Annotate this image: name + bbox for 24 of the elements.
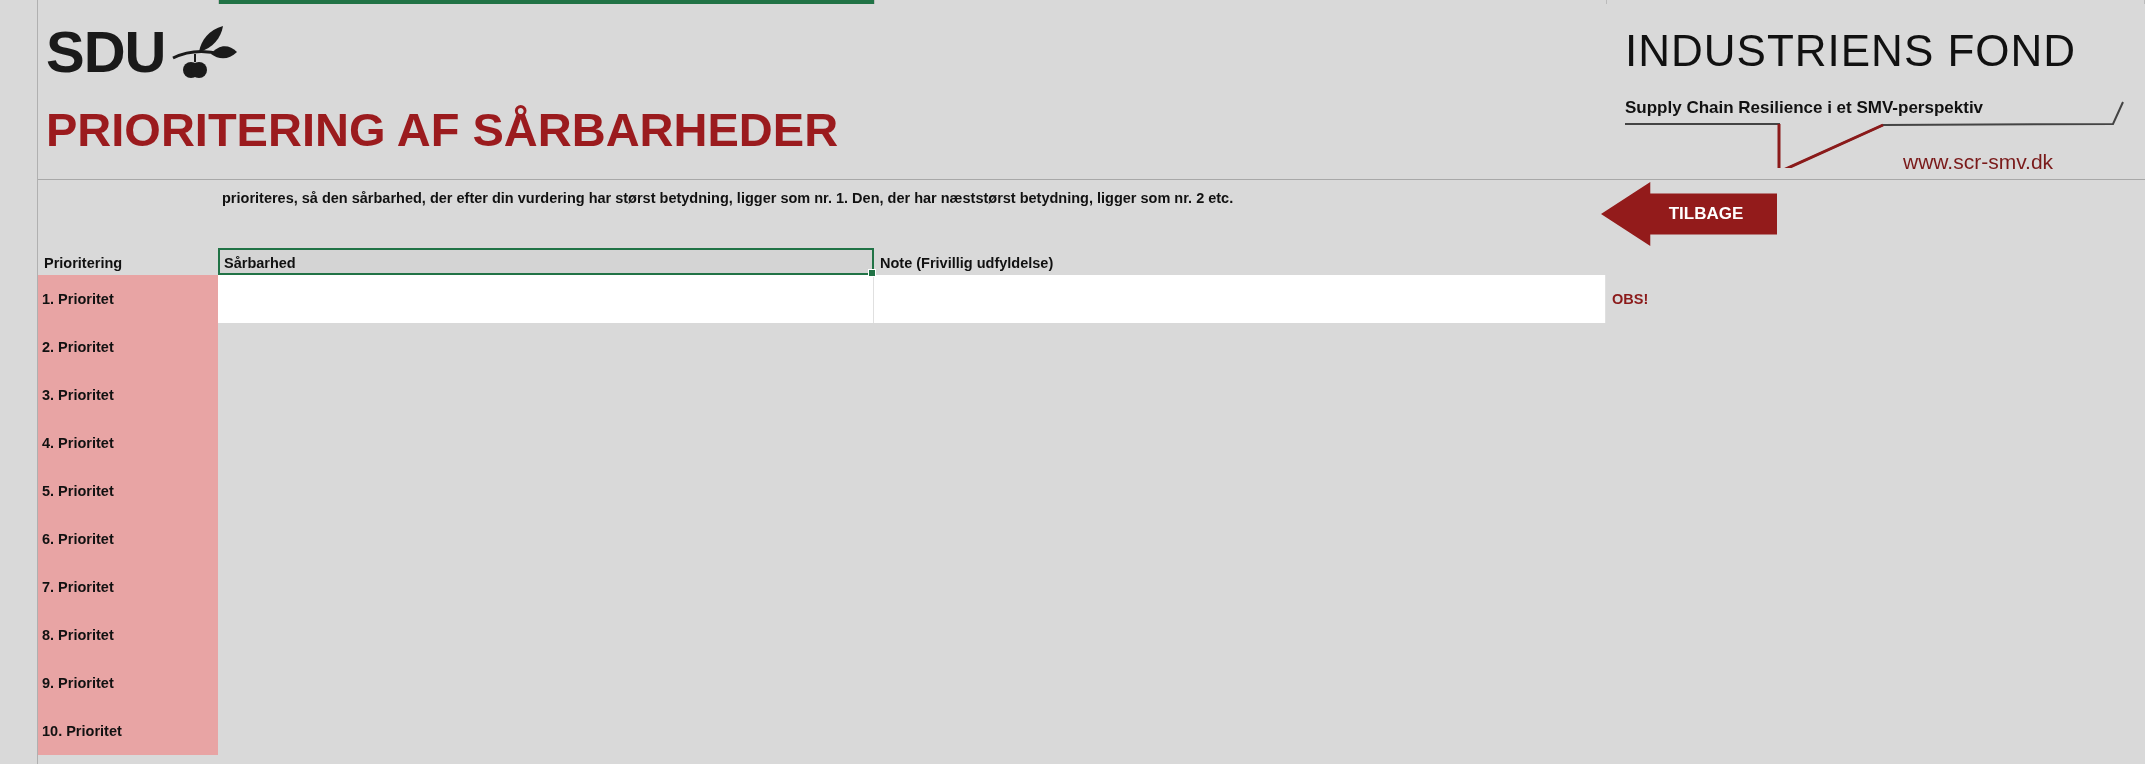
selected-header-cell[interactable]: Sårbarhed <box>218 248 874 275</box>
partner-logo: INDUSTRIENS FOND <box>1625 26 2078 76</box>
column-header[interactable]: Prioritering <box>38 248 218 275</box>
priority-label: 5. Prioritet <box>38 467 218 515</box>
column-header[interactable]: Note (Frivillig udfyldelse) <box>874 248 1606 275</box>
instructions-text: prioriteres, så den sårbarhed, der efter din vurdering har størst betydning, ligger som nr. 1. Den, der har næststørst betydning, ligger som nr. 2 etc. <box>222 190 1234 208</box>
priority-label: 9. Prioritet <box>38 659 218 707</box>
priority-label: 1. Prioritet <box>38 275 218 323</box>
tagline: Supply Chain Resilience i et SMV-perspektiv <box>1625 98 1985 118</box>
page-title: PRIORITERING AF SÅRBARHEDER <box>46 102 839 158</box>
back-button[interactable]: TILBAGE <box>1601 182 1777 246</box>
logo-text: SDU <box>46 20 166 84</box>
input-field[interactable] <box>218 275 874 323</box>
priority-label: 4. Prioritet <box>38 419 218 467</box>
priority-label: 8. Prioritet <box>38 611 218 659</box>
input-field[interactable] <box>874 275 1606 323</box>
priority-label: 6. Prioritet <box>38 515 218 563</box>
website-link[interactable]: www.scr-smv.dk <box>1903 150 2054 174</box>
apple-branch-icon <box>171 24 238 80</box>
warning-note: OBS! <box>1612 291 1649 307</box>
priority-label: 3. Prioritet <box>38 371 218 419</box>
priority-label: 10. Prioritet <box>38 707 218 755</box>
priority-label: 2. Prioritet <box>38 323 218 371</box>
priority-label: 7. Prioritet <box>38 563 218 611</box>
